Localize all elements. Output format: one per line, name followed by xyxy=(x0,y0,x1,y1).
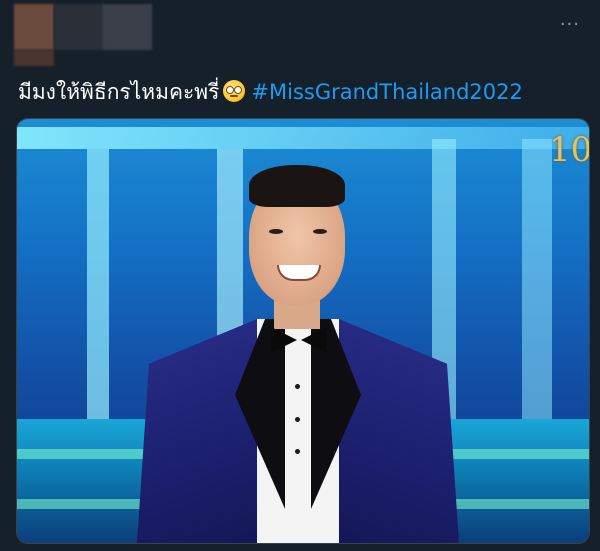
eye xyxy=(269,229,283,234)
rolling-eyes-emoji-icon xyxy=(223,80,246,102)
light-beam xyxy=(17,127,589,149)
avatar-lower-blur xyxy=(14,50,54,66)
author-header-blurred[interactable] xyxy=(14,4,154,66)
host-figure xyxy=(137,159,459,543)
tweet-card: ··· มีมงให้พิธีกรไหมคะพรี่ #MissGrandThai… xyxy=(0,0,600,551)
shirt-stud xyxy=(295,417,300,422)
more-dots-icon[interactable]: ··· xyxy=(560,14,580,35)
hair xyxy=(249,165,345,207)
author-handle-blur xyxy=(102,4,152,50)
tweet-image[interactable]: 10 xyxy=(16,118,590,544)
tweet-text: มีมงให้พิธีกรไหมคะพรี่ #MissGrandThailand… xyxy=(18,78,523,106)
broadcast-logo-icon: 10 xyxy=(549,130,590,170)
avatar[interactable] xyxy=(14,4,54,50)
shirt-stud xyxy=(295,384,300,389)
eye xyxy=(313,229,327,234)
bowtie xyxy=(271,327,327,353)
tweet-text-thai: มีมงให้พิธีกรไหมคะพรี่ xyxy=(18,80,220,104)
author-name-blur xyxy=(54,4,102,50)
hashtag-link[interactable]: #MissGrandThailand2022 xyxy=(251,80,522,104)
shirt-stud xyxy=(295,449,300,454)
